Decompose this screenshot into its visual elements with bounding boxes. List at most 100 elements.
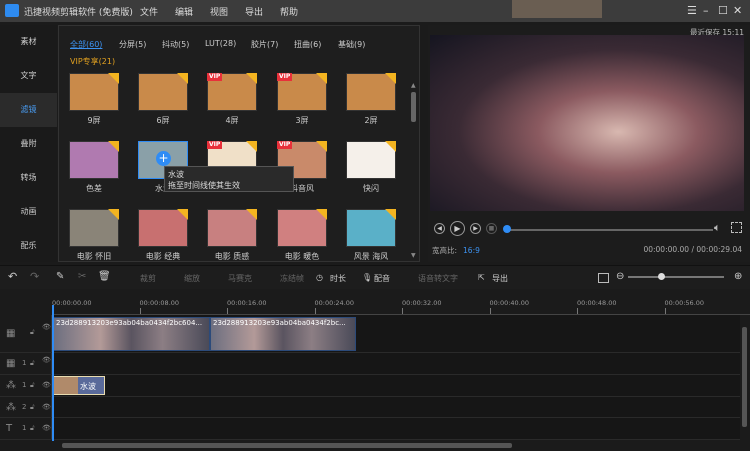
prev-frame-button[interactable]: ◀	[434, 223, 445, 234]
scrollbar-thumb[interactable]	[411, 92, 416, 122]
zoom-in-icon[interactable]: ⊕	[734, 271, 742, 282]
eye-icon[interactable]: 👁︎	[42, 424, 51, 432]
vertical-scrollbar[interactable]	[740, 315, 750, 441]
video-clip[interactable]: 23d288913203e93ab04ba0434f2bc...	[210, 317, 356, 351]
aspect-ratio[interactable]: 宽高比: 16:9	[432, 245, 480, 256]
maximize-icon[interactable]: ☐	[718, 4, 728, 17]
tab-distort[interactable]: 扭曲(6)	[294, 39, 321, 50]
fullscreen-icon[interactable]	[731, 222, 742, 233]
eye-icon[interactable]: 👁︎	[42, 381, 51, 389]
filter-item[interactable]: 电影 怀旧	[69, 209, 119, 261]
scroll-up-icon[interactable]: ▲	[411, 82, 416, 89]
menu-export[interactable]: 导出	[245, 5, 263, 18]
download-icon[interactable]	[316, 141, 327, 152]
freeze-frame-button[interactable]: 冻结帧	[280, 273, 304, 284]
tab-shake[interactable]: 抖动(5)	[162, 39, 189, 50]
sidebar-item-media[interactable]: 素材	[0, 25, 57, 59]
export-button[interactable]: 导出	[492, 273, 508, 284]
sidebar-item-music[interactable]: 配乐	[0, 229, 57, 263]
eye-icon[interactable]: 👁︎	[42, 323, 51, 331]
tab-all[interactable]: 全部(60)	[70, 39, 102, 50]
lock-icon[interactable]: 🔓︎	[30, 381, 35, 390]
eye-icon[interactable]: 👁︎	[42, 356, 51, 364]
zoom-out-icon[interactable]: ⊖	[616, 271, 624, 282]
menu-edit[interactable]: 编辑	[175, 5, 193, 18]
timeline-zoom-knob[interactable]	[658, 273, 665, 280]
download-icon[interactable]	[246, 73, 257, 84]
filter-item[interactable]: 电影 经典	[138, 209, 188, 261]
tab-basic[interactable]: 基础(9)	[338, 39, 365, 50]
mosaic-button[interactable]: 马赛克	[228, 273, 252, 284]
filter-item[interactable]: 电影 质感	[207, 209, 257, 261]
tab-lut[interactable]: LUT(28)	[205, 39, 236, 48]
download-icon[interactable]	[108, 209, 119, 220]
sidebar-item-transition[interactable]: 转场	[0, 161, 57, 195]
lock-icon[interactable]: 🔓︎	[30, 403, 35, 412]
tab-film[interactable]: 胶片(7)	[251, 39, 278, 50]
next-frame-button[interactable]: ▶	[470, 223, 481, 234]
timeline-ruler[interactable]: 00:00:00.00 00:00:08.00 00:00:16.00 00:00:2…	[52, 297, 750, 315]
download-icon[interactable]	[385, 209, 396, 220]
add-icon[interactable]: +	[156, 151, 171, 166]
menu-view[interactable]: 视图	[210, 5, 228, 18]
download-icon[interactable]	[316, 209, 327, 220]
download-icon[interactable]	[385, 73, 396, 84]
cut-icon[interactable]: ✂	[78, 271, 86, 282]
volume-icon[interactable]: 🔈︎	[714, 221, 721, 235]
menu-help[interactable]: 帮助	[280, 5, 298, 18]
duration-button[interactable]: 时长	[330, 273, 346, 284]
filter-item[interactable]: 2屏	[346, 73, 396, 125]
filter-item[interactable]: VIP 3屏	[277, 73, 327, 125]
dub-button[interactable]: 配音	[374, 273, 390, 284]
crop-button[interactable]: 裁剪	[140, 273, 156, 284]
close-icon[interactable]: ✕	[733, 4, 742, 17]
lock-icon[interactable]: 🔓︎	[30, 424, 35, 433]
filter-item[interactable]: VIP 4屏	[207, 73, 257, 125]
zoom-button[interactable]: 缩放	[184, 273, 200, 284]
edit-icon[interactable]: ✎	[56, 271, 64, 282]
playback-slider[interactable]	[508, 229, 713, 231]
lock-icon[interactable]: 🔓︎	[30, 328, 35, 337]
vertical-scroll-thumb[interactable]	[742, 327, 747, 427]
download-icon[interactable]	[177, 209, 188, 220]
tab-vip[interactable]: VIP专享(21)	[70, 56, 115, 67]
horizontal-scroll-thumb[interactable]	[62, 443, 512, 448]
menu-icon[interactable]: ☰	[687, 4, 697, 17]
speech-to-text-button[interactable]: 语音转文字	[418, 273, 458, 284]
redo-icon[interactable]: ↷	[30, 270, 39, 283]
scroll-down-icon[interactable]: ▼	[411, 252, 416, 259]
download-icon[interactable]	[108, 141, 119, 152]
aspect-value[interactable]: 16:9	[463, 246, 480, 255]
sidebar-item-animation[interactable]: 动画	[0, 195, 57, 229]
sidebar-item-overlay[interactable]: 叠附	[0, 127, 57, 161]
undo-icon[interactable]: ↶	[8, 270, 17, 283]
lock-icon[interactable]: 🔓︎	[30, 359, 35, 368]
download-icon[interactable]	[246, 209, 257, 220]
download-icon[interactable]	[316, 73, 327, 84]
tab-split[interactable]: 分屏(5)	[119, 39, 146, 50]
stop-button[interactable]: ■	[486, 223, 497, 234]
download-icon[interactable]	[177, 73, 188, 84]
filter-clip[interactable]: 水波	[53, 376, 105, 395]
filter-item[interactable]: 风景 海风	[346, 209, 396, 261]
download-icon[interactable]	[108, 73, 119, 84]
sidebar-item-text[interactable]: 文字	[0, 59, 57, 93]
filter-item[interactable]: 快闪	[346, 141, 396, 193]
download-icon[interactable]	[246, 141, 257, 152]
filter-item[interactable]: 色差	[69, 141, 119, 193]
filter-item[interactable]: 9屏	[69, 73, 119, 125]
delete-icon[interactable]: 🗑︎	[98, 271, 111, 282]
eye-icon[interactable]: 👁︎	[42, 403, 51, 411]
video-clip[interactable]: 23d288913203e93ab04ba0434f2bc604...	[53, 317, 210, 351]
playhead[interactable]	[52, 305, 54, 441]
sidebar-item-filter[interactable]: 滤镜	[0, 93, 57, 127]
download-icon[interactable]	[385, 141, 396, 152]
minimize-icon[interactable]: –	[703, 4, 709, 17]
filter-item[interactable]: 6屏	[138, 73, 188, 125]
menu-file[interactable]: 文件	[140, 5, 158, 18]
play-button[interactable]: ▶	[450, 221, 465, 236]
playback-knob[interactable]	[503, 225, 511, 233]
fit-timeline-icon[interactable]	[598, 273, 609, 283]
timeline-zoom-slider[interactable]	[628, 276, 724, 278]
filter-item[interactable]: 电影 暖色	[277, 209, 327, 261]
